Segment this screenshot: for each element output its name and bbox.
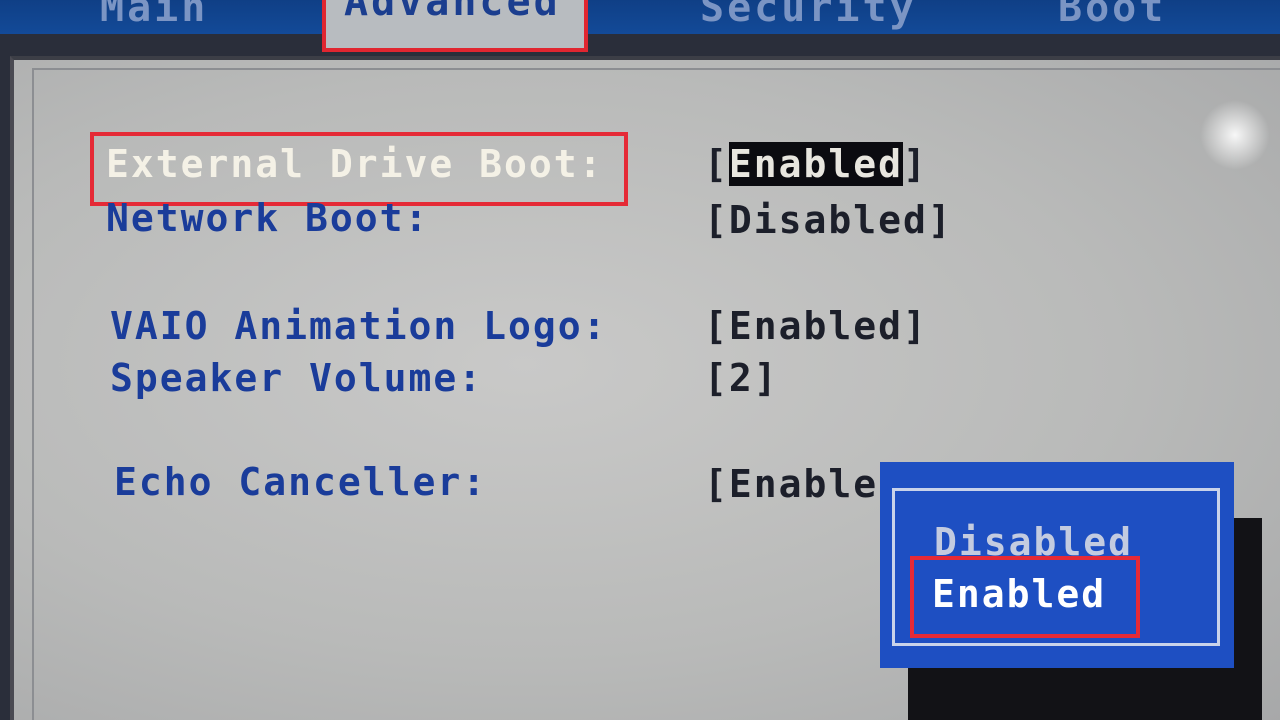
speaker-volume-label[interactable]: Speaker Volume:: [110, 356, 483, 400]
vaio-animation-logo-label[interactable]: VAIO Animation Logo:: [110, 304, 608, 348]
option-popup: Disabled Enabled: [880, 462, 1234, 668]
network-boot-label[interactable]: Network Boot:: [106, 196, 429, 240]
external-drive-boot-label[interactable]: External Drive Boot:: [106, 142, 604, 186]
tab-main[interactable]: Main: [100, 0, 208, 30]
tab-advanced-label: Advanced: [344, 0, 561, 25]
tab-bar: Main Advanced Security Boot: [0, 0, 1280, 52]
bracket-open: [: [704, 142, 729, 186]
tab-security[interactable]: Security: [700, 0, 917, 30]
external-drive-boot-value[interactable]: [Enabled]: [704, 142, 928, 186]
bios-screen: Main Advanced Security Boot External Dri…: [0, 0, 1280, 720]
bracket-close: ]: [903, 142, 928, 186]
external-drive-boot-selected-value: Enabled: [728, 142, 904, 186]
echo-canceller-value[interactable]: [Enable: [704, 462, 878, 506]
network-boot-value[interactable]: [Disabled]: [704, 198, 953, 242]
echo-canceller-label[interactable]: Echo Canceller:: [114, 460, 487, 504]
tab-advanced[interactable]: Advanced: [322, 0, 588, 52]
vaio-animation-logo-value[interactable]: [Enabled]: [704, 304, 928, 348]
speaker-volume-value[interactable]: [2]: [704, 356, 779, 400]
tab-boot[interactable]: Boot: [1058, 0, 1166, 30]
screen-glare: [1200, 100, 1270, 170]
option-enabled[interactable]: Enabled: [932, 572, 1106, 616]
